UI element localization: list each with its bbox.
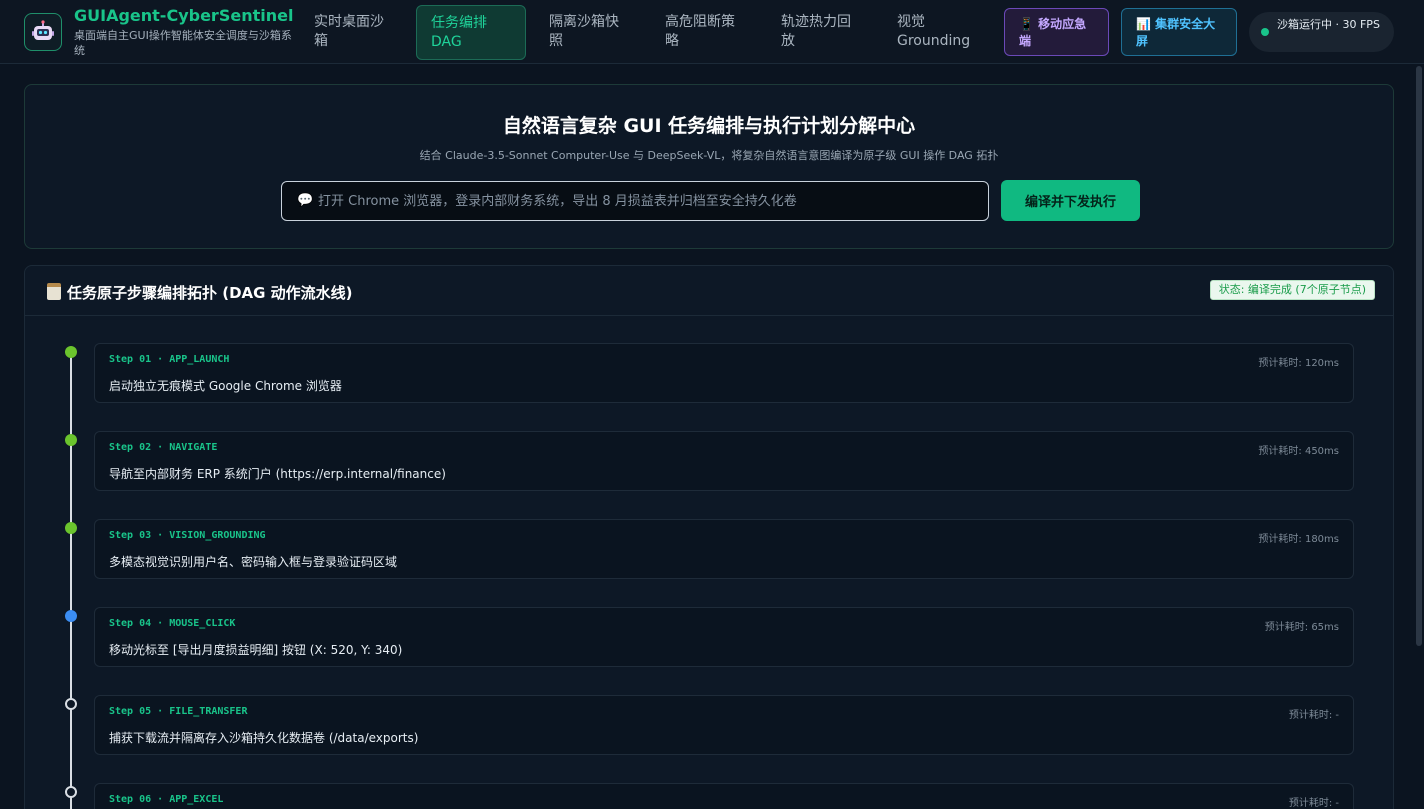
step-description: 多模态视觉识别用户名、密码输入框与登录验证码区域 (109, 555, 398, 569)
step-estimated-time: 预计耗时: 450ms (1258, 446, 1339, 457)
step-estimated-time: 预计耗时: 120ms (1258, 358, 1339, 369)
step-card[interactable]: Step 03 · VISION_GROUNDING 预计耗时: 180ms 多… (94, 519, 1354, 579)
task-command-input[interactable] (281, 181, 989, 221)
mobile-emergency-button[interactable]: 📱 移动应急端 (1004, 8, 1109, 56)
compile-dispatch-button[interactable]: 编译并下发执行 (1001, 180, 1140, 221)
step-tag: Step 03 · VISION_GROUNDING (109, 530, 266, 541)
robot-icon[interactable] (24, 13, 62, 51)
step-status-dot-done (65, 434, 77, 446)
step-description: 移动光标至 [导出月度损益明细] 按钮 (X: 520, Y: 340) (109, 643, 403, 657)
nav-tab-visual-grounding[interactable]: 视觉 Grounding (883, 5, 995, 60)
panel-header: 任务原子步骤编排拓扑 (DAG 动作流水线) 状态: 编译完成 (7个原子节点) (25, 266, 1393, 316)
step-tag: Step 04 · MOUSE_CLICK (109, 618, 236, 629)
step-status-dot-pending (65, 698, 77, 710)
timeline-line (70, 352, 72, 809)
sandbox-status-text: 沙箱运行中 · 30 FPS (1277, 18, 1380, 31)
step-estimated-time: 预计耗时: - (1288, 798, 1339, 809)
compile-status-badge: 状态: 编译完成 (7个原子节点) (1209, 280, 1375, 300)
step-status-dot-active (65, 610, 77, 622)
status-dot-icon (1261, 28, 1269, 36)
page-title: 自然语言复杂 GUI 任务编排与执行计划分解中心 (502, 115, 916, 137)
task-compiler-section: 自然语言复杂 GUI 任务编排与执行计划分解中心 结合 Claude-3.5-S… (24, 84, 1394, 249)
nav-tab-heatmap-replay[interactable]: 轨迹热力回放 (767, 5, 877, 60)
step-status-dot-pending (65, 786, 77, 798)
step-tag: Step 02 · NAVIGATE (109, 442, 218, 453)
step-tag: Step 01 · APP_LAUNCH (109, 354, 230, 365)
step-tag: Step 06 · APP_EXCEL (109, 794, 224, 805)
step-card[interactable]: Step 05 · FILE_TRANSFER 预计耗时: - 捕获下载流并隔离… (94, 695, 1354, 755)
dag-pipeline-panel: 任务原子步骤编排拓扑 (DAG 动作流水线) 状态: 编译完成 (7个原子节点)… (24, 265, 1394, 809)
step-estimated-time: 预计耗时: 65ms (1264, 622, 1339, 633)
scrollbar-thumb[interactable] (1416, 66, 1422, 646)
panel-title-text: 任务原子步骤编排拓扑 (DAG 动作流水线) (67, 284, 353, 302)
nav-tab-live-sandbox[interactable]: 实时桌面沙箱 (300, 5, 410, 60)
cluster-dashboard-button[interactable]: 📊 集群安全大屏 (1121, 8, 1237, 56)
step-card[interactable]: Step 02 · NAVIGATE 预计耗时: 450ms 导航至内部财务 E… (94, 431, 1354, 491)
panel-title: 任务原子步骤编排拓扑 (DAG 动作流水线) (47, 282, 353, 303)
page-scrollbar[interactable] (1414, 64, 1424, 809)
step-description: 启动独立无痕模式 Google Chrome 浏览器 (109, 379, 342, 393)
chat-bubble-icon: 💬 (297, 193, 314, 208)
step-description: 导航至内部财务 ERP 系统门户 (https://erp.internal/f… (109, 467, 446, 481)
nav-tab-block-policy[interactable]: 高危阻断策略 (651, 5, 761, 60)
step-card[interactable]: Step 06 · APP_EXCEL 预计耗时: - (94, 783, 1354, 809)
step-status-dot-done (65, 346, 77, 358)
nav-tab-task-dag[interactable]: 任务编排 DAG (416, 5, 526, 60)
step-card[interactable]: Step 04 · MOUSE_CLICK 预计耗时: 65ms 移动光标至 [… (94, 607, 1354, 667)
top-header: GUIAgent-CyberSentinel 桌面端自主GUI操作智能体安全调度… (0, 0, 1424, 64)
nav-tab-sandbox-snapshot[interactable]: 隔离沙箱快照 (535, 5, 645, 60)
step-card[interactable]: Step 01 · APP_LAUNCH 预计耗时: 120ms 启动独立无痕模… (94, 343, 1354, 403)
step-tag: Step 05 · FILE_TRANSFER (109, 706, 248, 717)
sandbox-status-pill: 沙箱运行中 · 30 FPS (1249, 12, 1394, 52)
page-subtitle: 结合 Claude-3.5-Sonnet Computer-Use 与 Deep… (419, 149, 999, 162)
brand-title: GUIAgent-CyberSentinel (74, 6, 294, 25)
clipboard-icon (47, 283, 61, 300)
step-description: 捕获下载流并隔离存入沙箱持久化数据卷 (/data/exports) (109, 731, 419, 745)
step-estimated-time: 预计耗时: 180ms (1258, 534, 1339, 545)
brand-subtitle: 桌面端自主GUI操作智能体安全调度与沙箱系统 (74, 29, 292, 57)
step-status-dot-done (65, 522, 77, 534)
step-estimated-time: 预计耗时: - (1288, 710, 1339, 721)
